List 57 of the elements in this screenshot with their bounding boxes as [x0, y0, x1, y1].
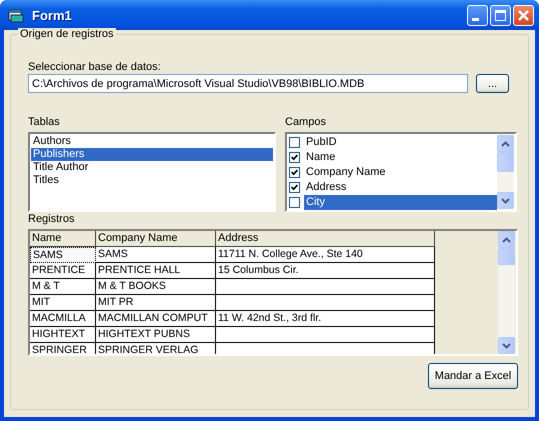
list-item[interactable]: Company Name — [304, 165, 497, 180]
window-icon — [8, 7, 24, 23]
scroll-thumb[interactable] — [498, 248, 515, 265]
table-cell: MIT PR — [96, 295, 216, 311]
table-cell: M & T BOOKS — [96, 279, 216, 295]
list-item[interactable]: Publishers — [31, 148, 273, 161]
close-button[interactable] — [513, 4, 534, 26]
minimize-button[interactable] — [467, 4, 488, 26]
field-label: Seleccionar base de datos: — [28, 60, 161, 74]
checkbox[interactable] — [289, 167, 300, 178]
table-cell: SPRINGER — [30, 343, 96, 354]
scroll-up-button[interactable] — [498, 231, 515, 248]
list-item[interactable]: City — [304, 195, 497, 210]
table-cell: SAMS — [30, 247, 96, 263]
table-cell: 15 Columbus Cir. — [216, 263, 435, 279]
chevron-up-icon — [502, 236, 511, 242]
table-cell: SAMS — [96, 247, 216, 263]
group-title: Origen de registros — [18, 28, 116, 40]
column-header[interactable]: Address — [216, 231, 435, 247]
chevron-down-icon — [502, 342, 511, 348]
scroll-down-button[interactable] — [498, 337, 515, 354]
list-item[interactable]: Authors — [31, 135, 273, 148]
list-item[interactable]: PubID — [304, 135, 497, 150]
list-label: Tablas — [28, 115, 61, 129]
table-cell: PRENTICE HALL — [96, 263, 216, 279]
browse-button[interactable]: ... — [476, 74, 509, 93]
table-cell: 11711 N. College Ave., Ste 140 — [216, 247, 435, 263]
path-field[interactable]: C:\Archivos de programa\Microsoft Visual Studio\VB98\BIBLIO.MDB — [28, 74, 468, 93]
list-item[interactable]: Titles — [31, 174, 273, 187]
table-cell: HIGHTEXT PUBNS — [96, 327, 216, 343]
chevron-down-icon — [501, 198, 510, 204]
table-cell: MACMILLA — [30, 311, 96, 327]
table-cell: SPRINGER VERLAG — [96, 343, 216, 354]
table-cell: HIGHTEXT — [30, 327, 96, 343]
checkbox[interactable] — [289, 197, 300, 208]
table-cell: MIT — [30, 295, 96, 311]
table-cell: 11 W. 42nd St., 3rd flr. — [216, 311, 435, 327]
grid-label: Registros — [28, 212, 74, 226]
list-item[interactable]: Title Author — [31, 161, 273, 174]
checkbox[interactable] — [289, 182, 300, 193]
checkbox[interactable] — [289, 137, 300, 148]
column-header[interactable]: Company Name — [96, 231, 216, 247]
chevron-up-icon — [501, 140, 510, 146]
maximize-button[interactable] — [490, 4, 511, 26]
list-item[interactable]: Address — [304, 180, 497, 195]
table-cell: MACMILLAN COMPUT — [96, 311, 216, 327]
checkbox[interactable] — [289, 152, 300, 163]
scroll-down-button[interactable] — [497, 192, 514, 209]
table-cell: PRENTICE — [30, 263, 96, 279]
scroll-up-button[interactable] — [497, 135, 514, 152]
scroll-thumb[interactable] — [497, 152, 514, 172]
list-item[interactable]: Name — [304, 150, 497, 165]
table-cell: M & T — [30, 279, 96, 295]
window-title: Form1 — [32, 8, 73, 22]
export-button[interactable]: Mandar a Excel — [428, 363, 518, 389]
list-label: Campos — [285, 115, 327, 129]
column-header[interactable]: Name — [30, 231, 96, 247]
